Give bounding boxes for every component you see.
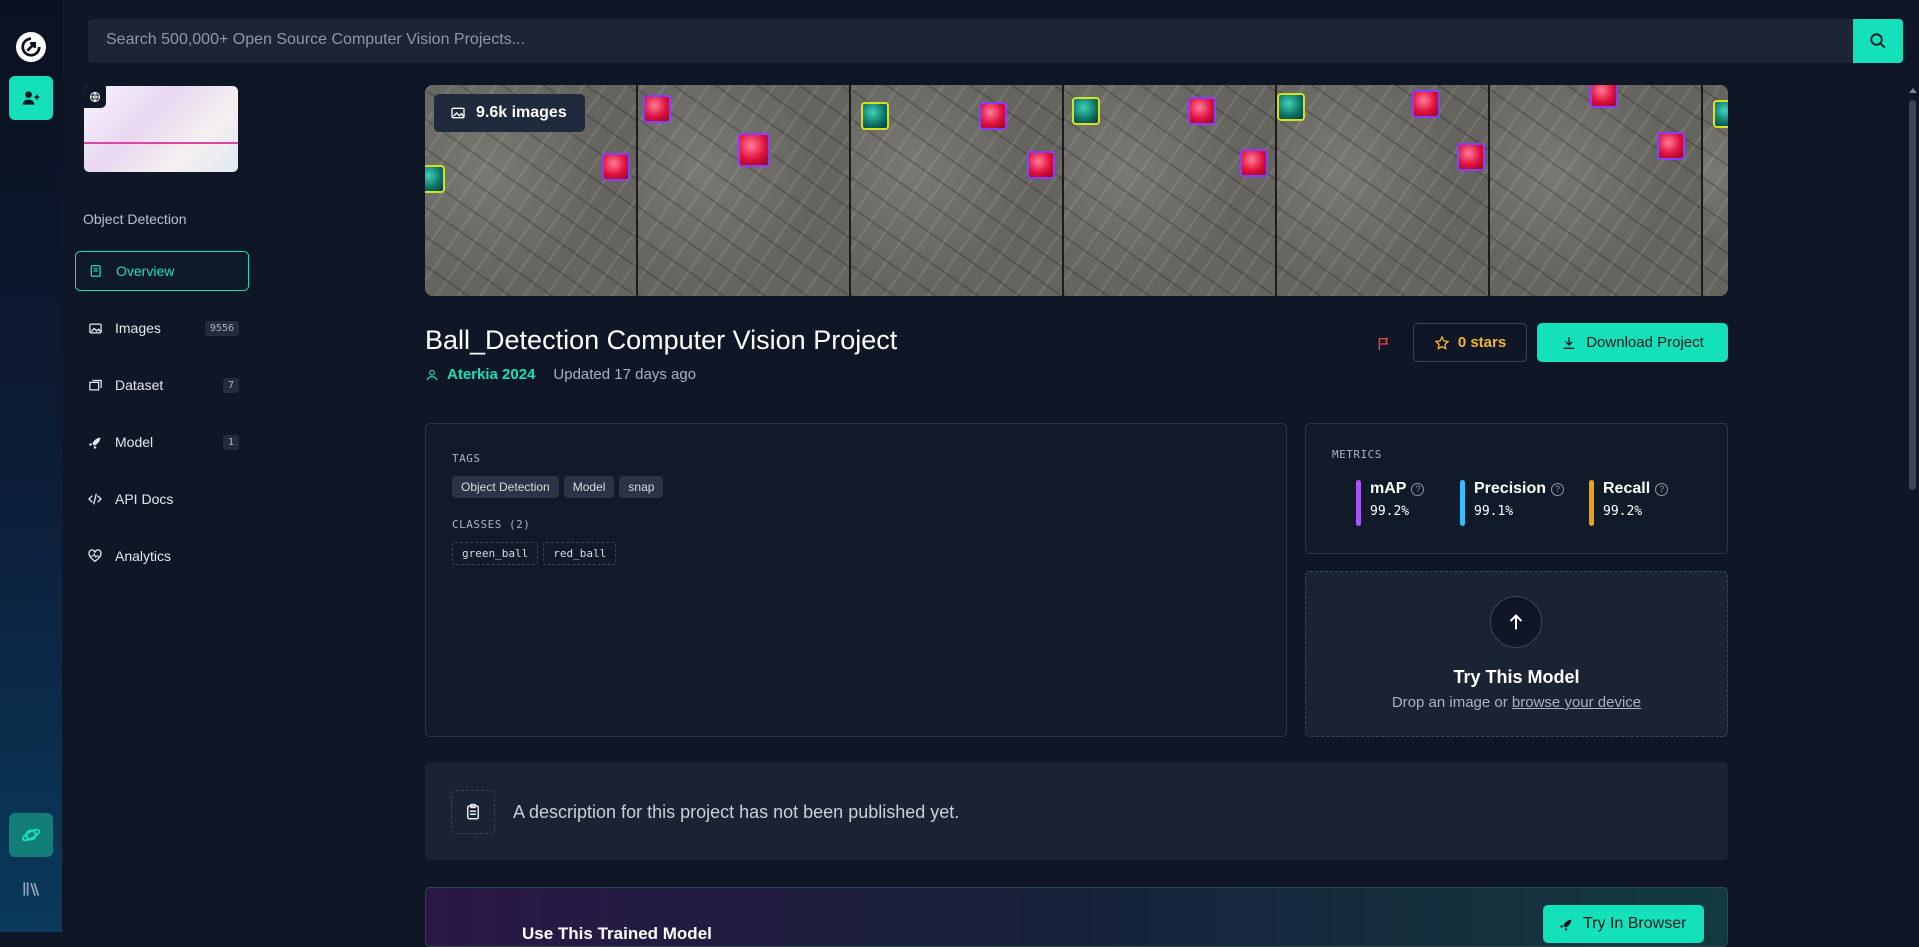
sidebar-item-label: Overview bbox=[116, 263, 175, 279]
heartbeat-icon bbox=[87, 548, 103, 564]
count-badge: 1 bbox=[222, 434, 239, 450]
tag-list: Object Detection Model snap bbox=[452, 476, 664, 498]
upload-icon bbox=[1490, 596, 1542, 648]
book-icon bbox=[88, 263, 104, 279]
user-icon bbox=[426, 369, 438, 380]
scroll-up-icon[interactable] bbox=[1909, 88, 1917, 93]
project-title: Ball_Detection Computer Vision Project bbox=[425, 325, 898, 355]
metric-recall: Recall? 99.2% bbox=[1589, 480, 1669, 526]
help-icon[interactable]: ? bbox=[1655, 482, 1669, 496]
sidebar-item-model[interactable]: Model 1 bbox=[75, 422, 249, 462]
layers-icon bbox=[87, 377, 103, 393]
globe-icon bbox=[84, 86, 106, 108]
sample-images-banner[interactable]: 9.6k images bbox=[425, 85, 1728, 296]
classes-label: CLASSES (2) bbox=[452, 518, 531, 531]
invite-user-button[interactable] bbox=[9, 76, 53, 120]
class-chip: green_ball bbox=[452, 542, 539, 565]
class-chip: red_ball bbox=[543, 542, 617, 565]
project-thumbnail[interactable] bbox=[84, 86, 238, 172]
description-text: A description for this project has not b… bbox=[513, 802, 960, 822]
metric-name: Precision bbox=[1474, 480, 1547, 497]
planet-icon bbox=[21, 828, 41, 842]
try-model-subtitle: Drop an image or browse your device bbox=[1391, 694, 1642, 711]
image-count-badge: 9.6k images bbox=[434, 94, 585, 132]
help-icon[interactable]: ? bbox=[1551, 482, 1565, 496]
sidebar-item-label: API Docs bbox=[115, 491, 174, 507]
metric-name: Recall bbox=[1603, 480, 1651, 497]
sidebar-item-label: Images bbox=[115, 320, 161, 336]
tags-label: TAGS bbox=[452, 452, 481, 465]
page-scrollbar[interactable] bbox=[1906, 60, 1919, 932]
count-badge: 9556 bbox=[204, 320, 239, 336]
browse-device-link[interactable]: browse your device bbox=[1512, 694, 1641, 711]
metric-value: 99.2% bbox=[1603, 504, 1643, 519]
sample-image bbox=[638, 85, 851, 296]
download-project-button[interactable]: Download Project bbox=[1537, 323, 1728, 362]
library-button[interactable] bbox=[18, 876, 44, 902]
sidebar-item-dataset[interactable]: Dataset 7 bbox=[75, 365, 249, 405]
roboflow-logo-icon[interactable] bbox=[16, 32, 46, 62]
try-model-dropzone[interactable]: Try This Model Drop an image or browse y… bbox=[1305, 571, 1728, 737]
search-input[interactable]: Search 500,000+ Open Source Computer Vis… bbox=[88, 19, 1854, 63]
clipboard-icon bbox=[451, 790, 495, 834]
images-icon bbox=[87, 320, 103, 336]
promo-title: Use This Trained Model bbox=[522, 924, 712, 943]
project-author-row: Aterkia 2024 Updated 17 days ago bbox=[425, 366, 696, 383]
books-icon bbox=[23, 882, 40, 896]
sample-image bbox=[1490, 85, 1703, 296]
sidebar-item-label: Dataset bbox=[115, 377, 164, 393]
star-icon bbox=[1434, 334, 1450, 350]
class-list: green_ball red_ball bbox=[452, 542, 617, 565]
description-panel: A description for this project has not b… bbox=[425, 762, 1728, 860]
sample-image bbox=[1277, 85, 1490, 296]
help-icon[interactable]: ? bbox=[1411, 482, 1425, 496]
sample-image bbox=[1703, 85, 1728, 296]
app-rail bbox=[0, 0, 62, 932]
metric-precision: Precision? 99.1% bbox=[1460, 480, 1565, 526]
sidebar-item-label: Analytics bbox=[115, 548, 172, 564]
sidebar-item-label: Model bbox=[115, 434, 154, 450]
star-button[interactable]: 0 stars bbox=[1413, 323, 1527, 362]
metric-name: mAP bbox=[1370, 480, 1407, 497]
metrics-card: METRICS mAP? 99.2% Precision? 99.1% Reca… bbox=[1305, 423, 1728, 554]
count-badge: 7 bbox=[222, 377, 239, 393]
sidebar-item-overview[interactable]: Overview bbox=[75, 251, 249, 291]
metrics-label: METRICS bbox=[1332, 448, 1382, 461]
images-icon bbox=[451, 107, 465, 119]
sidebar-item-analytics[interactable]: Analytics bbox=[75, 536, 249, 576]
search-button[interactable] bbox=[1853, 19, 1903, 63]
tag[interactable]: Model bbox=[563, 476, 615, 498]
download-icon bbox=[1563, 336, 1575, 349]
sample-image bbox=[851, 85, 1064, 296]
star-count: 0 stars bbox=[1457, 334, 1507, 351]
use-model-promo: Use This Trained Model Try In Browser bbox=[425, 887, 1728, 947]
scrollbar-thumb[interactable] bbox=[1909, 100, 1916, 490]
flag-icon bbox=[1378, 338, 1389, 350]
button-label: Try In Browser bbox=[1583, 915, 1687, 932]
sidebar-item-api-docs[interactable]: API Docs bbox=[75, 479, 249, 519]
tag[interactable]: snap bbox=[619, 476, 664, 498]
search-icon bbox=[1870, 33, 1886, 49]
updated-text: Updated 17 days ago bbox=[553, 366, 697, 383]
metric-value: 99.1% bbox=[1474, 504, 1514, 519]
image-count-text: 9.6k images bbox=[476, 104, 567, 121]
download-label: Download Project bbox=[1586, 334, 1704, 351]
sidebar-item-images[interactable]: Images 9556 bbox=[75, 308, 249, 348]
tags-card: TAGS Object Detection Model snap CLASSES… bbox=[425, 423, 1287, 737]
user-plus-icon bbox=[22, 91, 40, 105]
report-button[interactable] bbox=[1372, 332, 1396, 356]
rocket-icon bbox=[1559, 919, 1572, 932]
universe-button[interactable] bbox=[9, 813, 53, 857]
sample-image bbox=[1064, 85, 1277, 296]
rocket-icon bbox=[87, 434, 103, 450]
project-type-label: Object Detection bbox=[83, 211, 187, 227]
tag[interactable]: Object Detection bbox=[452, 476, 559, 498]
metric-value: 99.2% bbox=[1370, 504, 1410, 519]
author-link[interactable]: Aterkia 2024 bbox=[447, 366, 535, 383]
code-icon bbox=[87, 491, 103, 507]
try-model-title: Try This Model bbox=[1453, 667, 1580, 687]
try-in-browser-button[interactable]: Try In Browser bbox=[1543, 905, 1705, 943]
metric-map: mAP? 99.2% bbox=[1356, 480, 1425, 526]
